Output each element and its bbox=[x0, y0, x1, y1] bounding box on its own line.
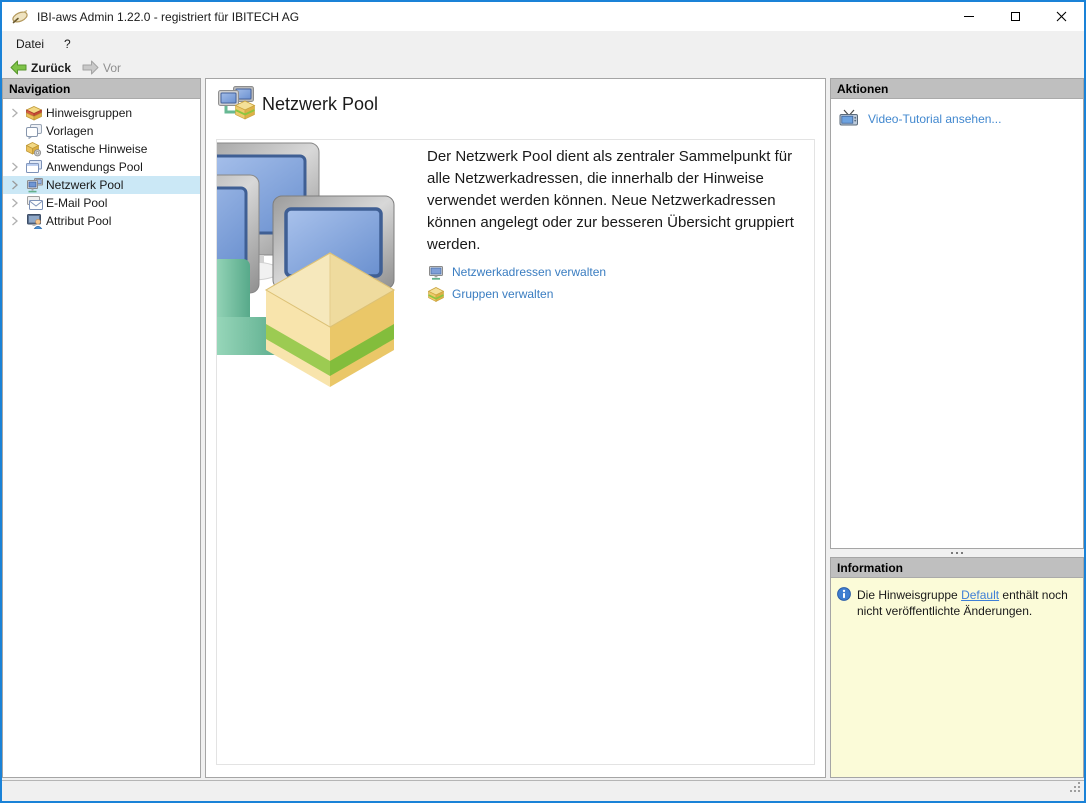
sidebar-item-attribut-pool[interactable]: Attribut Pool bbox=[3, 212, 200, 230]
layered-box-icon bbox=[26, 106, 46, 121]
info-text-before: Die Hinweisgruppe bbox=[857, 588, 961, 602]
chevron-right-icon[interactable] bbox=[11, 198, 26, 208]
sidebar-item-label: Anwendungs Pool bbox=[46, 160, 143, 174]
manage-network-addresses-row: Netzwerkadressen verwalten bbox=[427, 261, 606, 283]
back-label: Zurück bbox=[31, 61, 71, 75]
static-notes-icon bbox=[26, 142, 46, 157]
network-pool-illustration bbox=[216, 141, 422, 392]
information-panel: Information Die Hinweisgruppe Default en… bbox=[830, 557, 1084, 778]
menu-help[interactable]: ? bbox=[54, 31, 81, 56]
netzwerk-pool-icon bbox=[218, 86, 256, 125]
main-links: Netzwerkadressen verwalten Gruppen verwa… bbox=[427, 261, 606, 305]
sidebar-item-email-pool[interactable]: E-Mail Pool bbox=[3, 194, 200, 212]
navigation-tree: Hinweisgruppen Vorlagen bbox=[3, 99, 200, 230]
sidebar-item-anwendungs-pool[interactable]: Anwendungs Pool bbox=[3, 158, 200, 176]
default-group-link[interactable]: Default bbox=[961, 588, 999, 602]
navigation-header: Navigation bbox=[3, 79, 200, 99]
monitor-icon bbox=[427, 265, 444, 280]
info-icon bbox=[837, 587, 851, 605]
status-bar bbox=[2, 780, 1084, 801]
forward-button[interactable]: Vor bbox=[79, 59, 124, 76]
manage-groups-row: Gruppen verwalten bbox=[427, 283, 606, 305]
back-arrow-icon bbox=[10, 60, 27, 75]
main-panel: Netzwerk Pool bbox=[205, 78, 826, 778]
actions-header: Aktionen bbox=[831, 79, 1083, 99]
sidebar-item-statische-hinweise[interactable]: Statische Hinweise bbox=[3, 140, 200, 158]
group-box-icon bbox=[427, 287, 444, 302]
close-button[interactable] bbox=[1038, 2, 1084, 31]
attribute-person-icon bbox=[26, 214, 46, 229]
navigation-panel: Navigation Hinweisgruppen bbox=[2, 78, 201, 778]
sidebar-item-label: Netzwerk Pool bbox=[46, 178, 123, 192]
chevron-right-icon[interactable] bbox=[11, 108, 26, 118]
information-body: Die Hinweisgruppe Default enthält noch n… bbox=[831, 578, 1083, 777]
chevron-right-icon[interactable] bbox=[11, 180, 26, 190]
information-header: Information bbox=[831, 558, 1083, 578]
menu-bar: Datei ? bbox=[2, 31, 1084, 56]
sidebar-item-netzwerk-pool[interactable]: Netzwerk Pool bbox=[3, 176, 200, 194]
sidebar-item-label: Attribut Pool bbox=[46, 214, 111, 228]
app-icon bbox=[11, 9, 29, 25]
sidebar-item-label: E-Mail Pool bbox=[46, 196, 107, 210]
manage-groups-link[interactable]: Gruppen verwalten bbox=[452, 287, 553, 301]
application-windows-icon bbox=[26, 160, 46, 174]
content-box: Der Netzwerk Pool dient als zentraler Sa… bbox=[216, 139, 815, 765]
description: Der Netzwerk Pool dient als zentraler Sa… bbox=[427, 146, 813, 256]
sidebar-item-label: Statische Hinweise bbox=[46, 142, 147, 156]
app-window: IBI-aws Admin 1.22.0 - registriert für I… bbox=[0, 0, 1086, 803]
forward-label: Vor bbox=[103, 61, 121, 75]
title-bar: IBI-aws Admin 1.22.0 - registriert für I… bbox=[2, 2, 1084, 31]
minimize-button[interactable] bbox=[946, 2, 992, 31]
sidebar-item-hinweisgruppen[interactable]: Hinweisgruppen bbox=[3, 104, 200, 122]
templates-icon bbox=[26, 124, 46, 139]
forward-arrow-icon bbox=[82, 60, 99, 75]
manage-network-addresses-link[interactable]: Netzwerkadressen verwalten bbox=[452, 265, 606, 279]
menu-datei[interactable]: Datei bbox=[6, 31, 54, 56]
sidebar-item-vorlagen[interactable]: Vorlagen bbox=[3, 122, 200, 140]
tv-icon bbox=[839, 109, 859, 129]
resize-grip-icon[interactable] bbox=[1069, 780, 1081, 798]
actions-panel: Aktionen Video-Tutorial ansehen... bbox=[830, 78, 1084, 549]
email-icon bbox=[26, 196, 46, 210]
maximize-button[interactable] bbox=[992, 2, 1038, 31]
sidebar-item-label: Hinweisgruppen bbox=[46, 106, 132, 120]
panel-splitter-handle[interactable] bbox=[830, 549, 1084, 557]
close-icon bbox=[1056, 11, 1067, 22]
minimize-icon bbox=[964, 16, 974, 17]
video-tutorial-link[interactable]: Video-Tutorial ansehen... bbox=[868, 112, 1001, 126]
sidebar-item-label: Vorlagen bbox=[46, 124, 93, 138]
maximize-icon bbox=[1011, 12, 1020, 21]
back-button[interactable]: Zurück bbox=[7, 59, 74, 76]
video-tutorial-row: Video-Tutorial ansehen... bbox=[831, 99, 1083, 129]
chevron-right-icon[interactable] bbox=[11, 162, 26, 172]
information-message: Die Hinweisgruppe Default enthält noch n… bbox=[857, 587, 1075, 619]
window-title: IBI-aws Admin 1.22.0 - registriert für I… bbox=[37, 10, 299, 24]
network-monitor-icon bbox=[26, 178, 46, 193]
chevron-right-icon[interactable] bbox=[11, 216, 26, 226]
toolbar: Zurück Vor bbox=[2, 56, 1084, 79]
page-title: Netzwerk Pool bbox=[262, 94, 378, 115]
